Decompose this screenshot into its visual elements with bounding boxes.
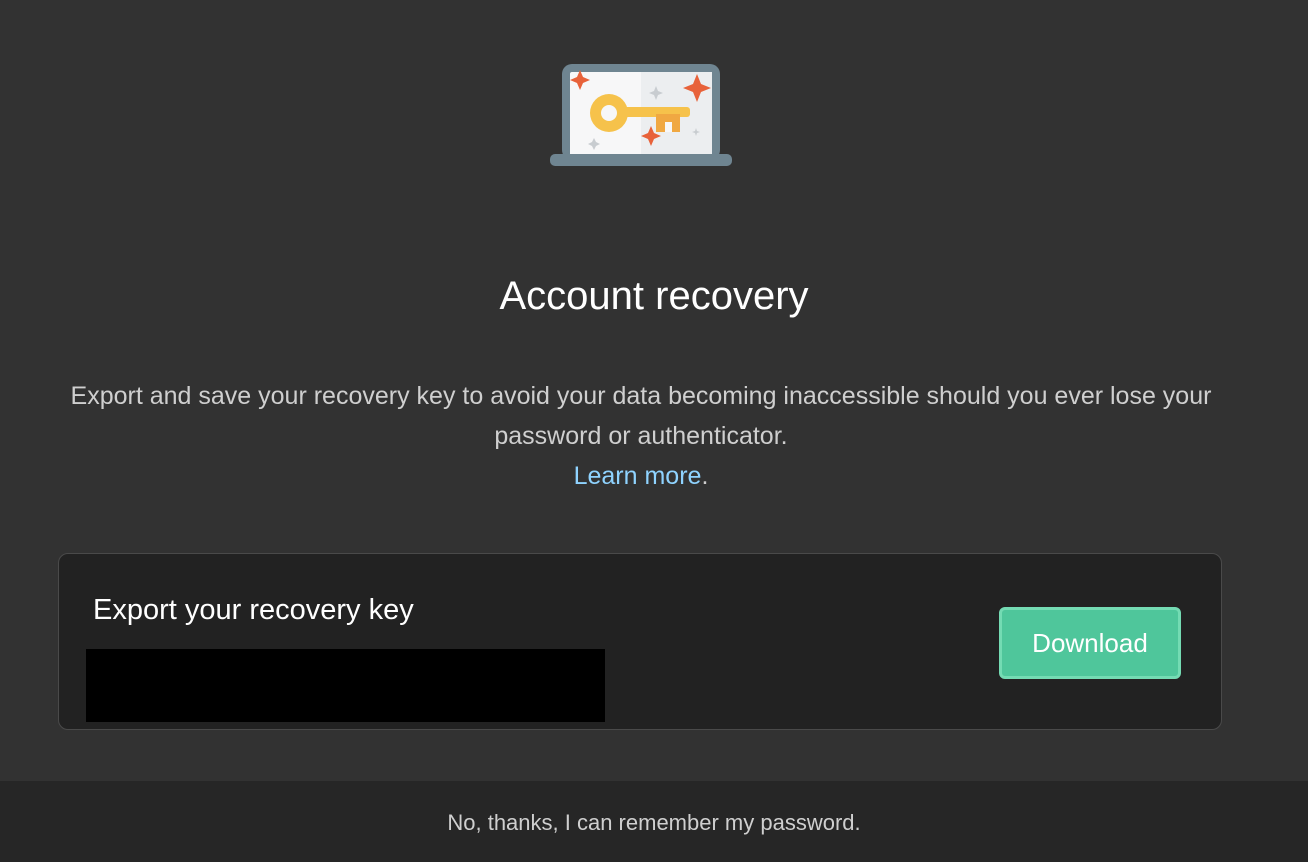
recovery-description: Export and save your recovery key to avo… — [60, 376, 1222, 496]
dismiss-link[interactable]: No, thanks, I can remember my password. — [0, 809, 1308, 837]
card-title: Export your recovery key — [93, 594, 414, 626]
account-recovery-page: Account recovery Export and save your re… — [0, 0, 1308, 862]
description-period: . — [701, 462, 709, 490]
laptop-key-icon — [548, 62, 734, 170]
footer-bar: No, thanks, I can remember my password. — [0, 781, 1308, 862]
export-key-card: Export your recovery key Download — [58, 553, 1222, 730]
learn-more-link[interactable]: Learn more — [574, 462, 702, 490]
description-text: Export and save your recovery key to avo… — [70, 382, 1212, 450]
download-button[interactable]: Download — [999, 607, 1181, 679]
recovery-key-field — [86, 649, 605, 722]
page-title: Account recovery — [499, 274, 809, 318]
